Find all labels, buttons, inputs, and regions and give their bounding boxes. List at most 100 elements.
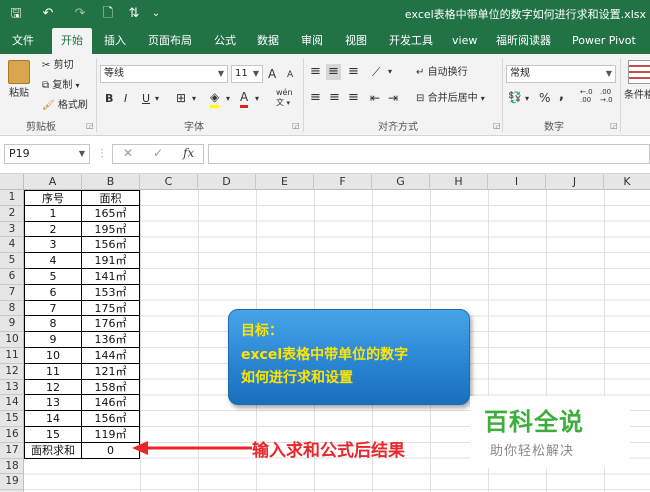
- row-header[interactable]: 10: [0, 332, 24, 348]
- insert-function-icon[interactable]: fx: [183, 146, 194, 160]
- italic-button[interactable]: I: [124, 91, 127, 107]
- table-cell[interactable]: 153㎡: [82, 284, 140, 301]
- table-cell[interactable]: 191㎡: [82, 253, 140, 269]
- tab-formulas[interactable]: 公式: [214, 28, 236, 54]
- tab-data[interactable]: 数据: [257, 28, 279, 54]
- font-color-icon[interactable]: A: [240, 89, 249, 108]
- customize-quick-access-icon[interactable]: ⌄: [146, 5, 166, 23]
- row-header[interactable]: 17: [0, 443, 24, 459]
- row-header[interactable]: 3: [0, 222, 24, 238]
- row-header[interactable]: 6: [0, 269, 24, 285]
- phonetic-button[interactable]: wén 文 ▾: [276, 88, 293, 108]
- paste-icon[interactable]: [8, 60, 30, 84]
- enter-icon[interactable]: ✓: [153, 146, 163, 160]
- row-header[interactable]: 13: [0, 380, 24, 396]
- tab-view-en[interactable]: view: [452, 28, 477, 54]
- table-cell[interactable]: 5: [24, 269, 82, 285]
- select-all-corner[interactable]: [0, 174, 24, 190]
- table-cell[interactable]: 144㎡: [82, 348, 140, 364]
- table-cell[interactable]: 13: [24, 395, 82, 412]
- table-cell[interactable]: 8: [24, 316, 82, 333]
- header-cell[interactable]: 面积: [82, 190, 140, 206]
- font-name-combo[interactable]: 等线 ▼: [100, 65, 228, 83]
- accounting-format-icon[interactable]: 💱: [508, 90, 522, 106]
- table-cell[interactable]: 121㎡: [82, 363, 140, 380]
- borders-icon[interactable]: ⊞: [176, 90, 186, 106]
- table-cell[interactable]: 146㎡: [82, 395, 140, 412]
- align-right-icon[interactable]: ≡: [348, 90, 359, 106]
- table-cell[interactable]: 165㎡: [82, 205, 140, 222]
- conditional-format-icon[interactable]: [628, 60, 650, 84]
- table-cell[interactable]: 176㎡: [82, 316, 140, 333]
- row-header[interactable]: 1: [0, 190, 24, 206]
- table-cell[interactable]: 11: [24, 363, 82, 380]
- table-cell[interactable]: 156㎡: [82, 237, 140, 254]
- decrease-decimal-icon[interactable]: .00 →.0: [600, 88, 613, 104]
- grow-font-button[interactable]: A: [268, 66, 276, 82]
- row-header[interactable]: 9: [0, 316, 24, 333]
- column-header[interactable]: B: [82, 174, 140, 190]
- tab-file[interactable]: 文件: [12, 28, 34, 54]
- table-cell[interactable]: 12: [24, 379, 82, 396]
- row-header[interactable]: 4: [0, 237, 24, 254]
- font-size-combo[interactable]: 11 ▼: [231, 65, 263, 83]
- tab-developer[interactable]: 开发工具: [389, 28, 433, 54]
- alignment-launcher-icon[interactable]: ◲: [493, 118, 501, 134]
- align-top-icon[interactable]: ≡: [310, 64, 321, 80]
- align-bottom-icon[interactable]: ≡: [348, 64, 359, 80]
- font-color-dropdown-icon[interactable]: ▾: [255, 91, 259, 107]
- column-header[interactable]: A: [24, 174, 82, 190]
- column-header[interactable]: D: [198, 174, 256, 190]
- table-cell[interactable]: 4: [24, 253, 82, 269]
- align-center-icon[interactable]: ≡: [329, 90, 340, 106]
- merge-center-button[interactable]: ⊟ 合并后居中 ▾: [416, 91, 485, 107]
- column-header[interactable]: G: [372, 174, 430, 190]
- row-header[interactable]: 8: [0, 301, 24, 317]
- table-cell[interactable]: 158㎡: [82, 379, 140, 396]
- cancel-icon[interactable]: ✕: [123, 146, 133, 160]
- underline-button[interactable]: U: [142, 91, 150, 107]
- table-cell[interactable]: 6: [24, 284, 82, 301]
- wrap-text-button[interactable]: ↵ 自动换行: [416, 65, 468, 81]
- orientation-dropdown-icon[interactable]: ▾: [388, 64, 392, 80]
- column-header[interactable]: E: [256, 174, 314, 190]
- comma-button[interactable]: ,: [559, 88, 564, 104]
- tab-review[interactable]: 审阅: [301, 28, 323, 54]
- row-header[interactable]: 16: [0, 427, 24, 443]
- clipboard-launcher-icon[interactable]: ◲: [86, 118, 94, 134]
- format-painter-button[interactable]: 🖌 格式刷: [42, 98, 88, 114]
- tab-view[interactable]: 视图: [345, 28, 367, 54]
- shrink-font-button[interactable]: A: [287, 67, 293, 83]
- tab-power-pivot[interactable]: Power Pivot: [572, 28, 636, 54]
- redo-icon[interactable]: ↷: [70, 5, 90, 23]
- save-icon[interactable]: 🖫: [6, 5, 26, 23]
- align-left-icon[interactable]: ≡: [310, 90, 321, 106]
- tab-home[interactable]: 开始: [52, 28, 92, 54]
- table-cell[interactable]: 175㎡: [82, 300, 140, 317]
- total-label-cell[interactable]: 面积求和: [24, 442, 82, 459]
- table-cell[interactable]: 10: [24, 348, 82, 364]
- header-cell[interactable]: 序号: [24, 190, 82, 206]
- column-header[interactable]: J: [546, 174, 604, 190]
- increase-indent-icon[interactable]: ⇥: [388, 90, 398, 106]
- column-header[interactable]: K: [604, 174, 650, 190]
- fill-color-icon[interactable]: ◈: [210, 89, 220, 108]
- table-cell[interactable]: 156㎡: [82, 411, 140, 427]
- column-header[interactable]: H: [430, 174, 488, 190]
- percent-button[interactable]: %: [539, 90, 550, 106]
- table-cell[interactable]: 195㎡: [82, 221, 140, 238]
- borders-dropdown-icon[interactable]: ▾: [192, 91, 196, 107]
- row-header[interactable]: 11: [0, 348, 24, 364]
- table-cell[interactable]: 3: [24, 237, 82, 254]
- number-launcher-icon[interactable]: ◲: [610, 118, 618, 134]
- row-header[interactable]: 5: [0, 253, 24, 269]
- formula-input[interactable]: [208, 144, 650, 164]
- column-header[interactable]: F: [314, 174, 372, 190]
- orientation-icon[interactable]: ⟋: [372, 64, 380, 80]
- fill-dropdown-icon[interactable]: ▾: [226, 91, 230, 107]
- copy-button[interactable]: ⧉ 复制 ▾: [42, 78, 80, 94]
- increase-decimal-icon[interactable]: ←.0.00: [580, 88, 593, 104]
- conditional-format-button[interactable]: 条件格: [624, 88, 650, 104]
- bold-button[interactable]: B: [105, 91, 113, 107]
- accounting-dropdown-icon[interactable]: ▾: [525, 91, 529, 107]
